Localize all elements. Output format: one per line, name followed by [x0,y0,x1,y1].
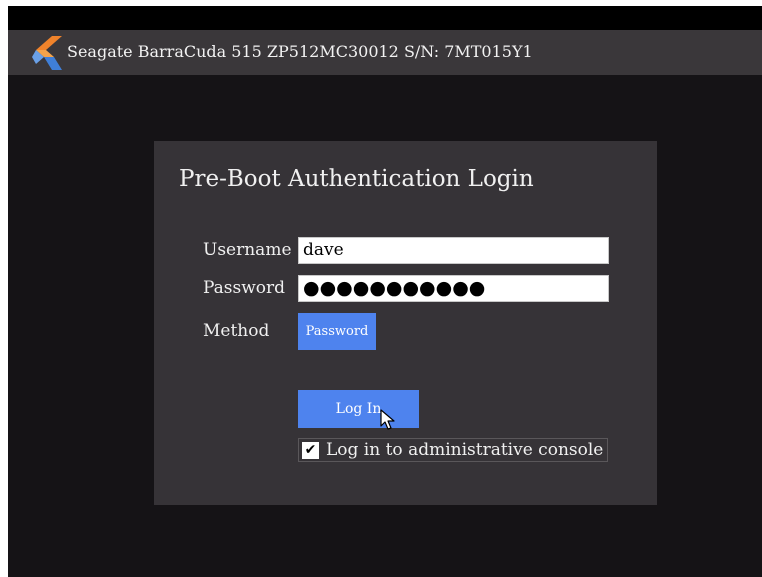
login-panel: Pre-Boot Authentication Login Username d… [154,141,657,505]
login-button[interactable]: Log In [298,390,419,428]
password-input[interactable]: ●●●●●●●●●●● [298,275,609,302]
top-band [8,6,762,30]
drive-title: Seagate BarraCuda 515 ZP512MC30012 S/N: … [67,42,533,61]
admin-console-label: Log in to administrative console [326,440,604,460]
username-label: Username [203,240,292,260]
admin-console-checkbox[interactable]: ✔ [302,441,319,459]
checkmark-icon: ✔ [304,441,317,458]
admin-console-option[interactable]: ✔ Log in to administrative console [298,438,608,462]
method-label: Method [203,321,270,341]
preboot-screen: Seagate BarraCuda 515 ZP512MC30012 S/N: … [8,6,762,577]
seagate-logo-icon [32,36,62,70]
username-input[interactable]: dave [298,237,609,264]
password-label: Password [203,278,286,298]
panel-title: Pre-Boot Authentication Login [179,166,534,192]
mouse-cursor-icon [380,409,395,430]
method-password-button[interactable]: Password [298,313,376,350]
